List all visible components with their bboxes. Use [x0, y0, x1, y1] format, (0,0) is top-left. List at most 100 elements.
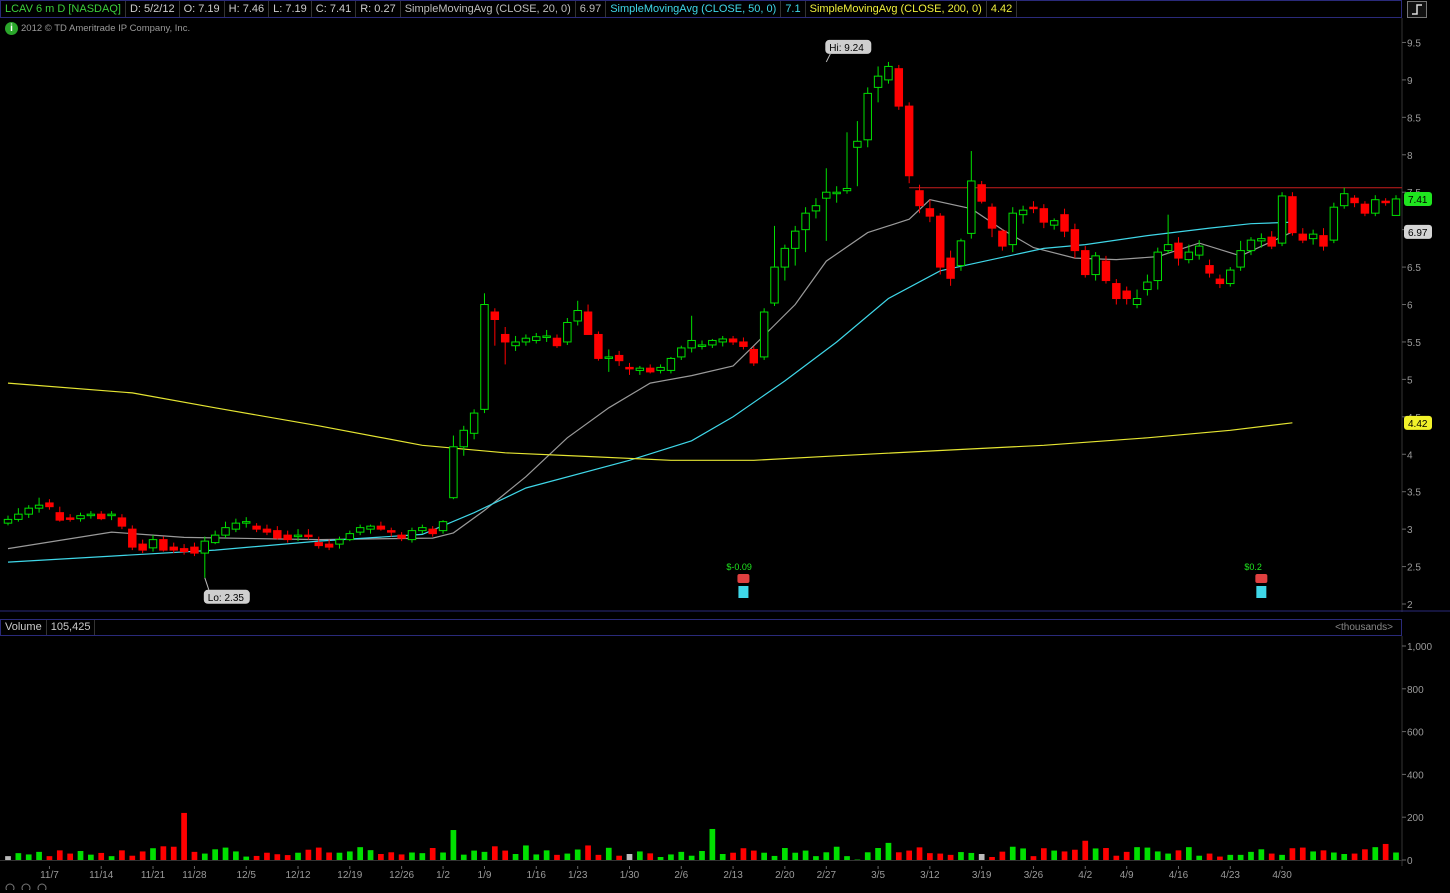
candle-body [1215, 278, 1225, 285]
candle-body [293, 534, 303, 538]
candle-body [811, 205, 821, 212]
candle-body [14, 513, 23, 520]
volume-bar [191, 851, 198, 860]
candle-body [397, 534, 406, 539]
volume-bar [1258, 849, 1265, 860]
volume-bar [1185, 847, 1192, 860]
date-tick-label: 3/26 [1024, 870, 1044, 881]
volume-bar [927, 853, 933, 860]
candle-body [335, 539, 344, 545]
volume-bar [378, 854, 384, 860]
candle-body [542, 335, 551, 338]
volume-bar [388, 852, 395, 860]
volume-bar [895, 852, 902, 860]
volume-bar [999, 851, 1006, 860]
date-tick-label: 4/2 [1078, 870, 1092, 881]
candle-body [1163, 244, 1173, 252]
candle-body [355, 527, 365, 533]
volume-bar [253, 855, 260, 860]
candle-body [1184, 251, 1194, 261]
candle-body [677, 347, 686, 358]
candle-body [884, 65, 893, 81]
candle-body [977, 184, 986, 202]
candle-body [148, 539, 158, 549]
candle-body [438, 521, 448, 532]
candle-body [128, 528, 137, 548]
volume-bar [771, 855, 778, 860]
volume-bar [1113, 855, 1120, 860]
date-tick-label: 1/16 [527, 870, 547, 881]
volume-bar [346, 851, 353, 860]
candle-body [169, 546, 178, 551]
volume-bar [1040, 848, 1047, 860]
volume-bar [554, 854, 560, 860]
volume-bar [595, 854, 602, 860]
candle-body [210, 534, 220, 544]
volume-bar [181, 812, 187, 860]
candle-body [469, 412, 479, 434]
candle-body [635, 367, 645, 371]
candle-body [1226, 269, 1235, 285]
annotation-label: Lo: 2.35 [208, 593, 245, 604]
volume-bar [1009, 846, 1016, 860]
volume-chart[interactable]: 02004006008001,000 [0, 636, 1450, 893]
volume-bar [1175, 850, 1182, 860]
volume-tick-label: 200 [1407, 813, 1424, 824]
volume-bar [1082, 840, 1089, 860]
volume-bar [129, 855, 136, 860]
volume-bar [305, 849, 312, 860]
volume-bar [937, 853, 944, 860]
candle-body [242, 521, 251, 524]
volume-bar [989, 857, 995, 860]
scroll-control-icon [37, 883, 47, 890]
volume-bar [1092, 848, 1099, 860]
candle-body [86, 513, 96, 517]
volume-bar [336, 852, 343, 860]
volume-bar [709, 828, 716, 860]
price-tick-label: 8 [1407, 151, 1413, 162]
volume-bar [958, 852, 964, 860]
volume-bar [315, 847, 322, 860]
candle-body [376, 525, 386, 530]
candle-body [262, 528, 272, 533]
price-chart[interactable]: 22.533.544.555.566.577.588.599.5Hi: 9.24… [0, 0, 1450, 612]
volume-bar [88, 854, 94, 860]
candle-body [1008, 212, 1017, 246]
volume-bar [25, 854, 32, 860]
candle-body [770, 266, 779, 304]
candle-body [190, 546, 199, 554]
candle-body [625, 366, 634, 370]
candle-body [3, 518, 13, 524]
candle-body [117, 517, 127, 527]
volume-bar [502, 850, 509, 860]
candle-body [739, 341, 748, 347]
candle-body [645, 367, 655, 373]
candle-body [873, 75, 883, 88]
volume-bar [875, 848, 881, 860]
volume-bar [1310, 851, 1316, 860]
candle-body [500, 333, 510, 343]
date-tick-label: 1/30 [620, 870, 640, 881]
candle-body [34, 504, 44, 509]
candle-body [1112, 283, 1121, 300]
volume-bar [885, 842, 892, 860]
volume-bar [274, 854, 281, 860]
volume-label[interactable]: Volume [1, 620, 47, 635]
candle-body [998, 230, 1007, 247]
candle-body [449, 446, 458, 499]
volume-bar [108, 856, 115, 860]
volume-bar [119, 850, 125, 860]
volume-bar [833, 846, 840, 860]
candle-body [1267, 236, 1276, 247]
volume-bar [1165, 853, 1171, 860]
volume-bar [1020, 848, 1026, 860]
price-bubble-label: 7.41 [1408, 195, 1428, 206]
candle-body [480, 304, 489, 410]
volume-header: Volume 105,425 <thousands> [0, 619, 1402, 636]
volume-bar [719, 854, 726, 860]
date-tick-label: 4/16 [1169, 870, 1189, 881]
candle-body [749, 348, 759, 364]
volume-bar [160, 846, 167, 860]
volume-bar [1030, 856, 1037, 860]
volume-bar [605, 847, 612, 860]
